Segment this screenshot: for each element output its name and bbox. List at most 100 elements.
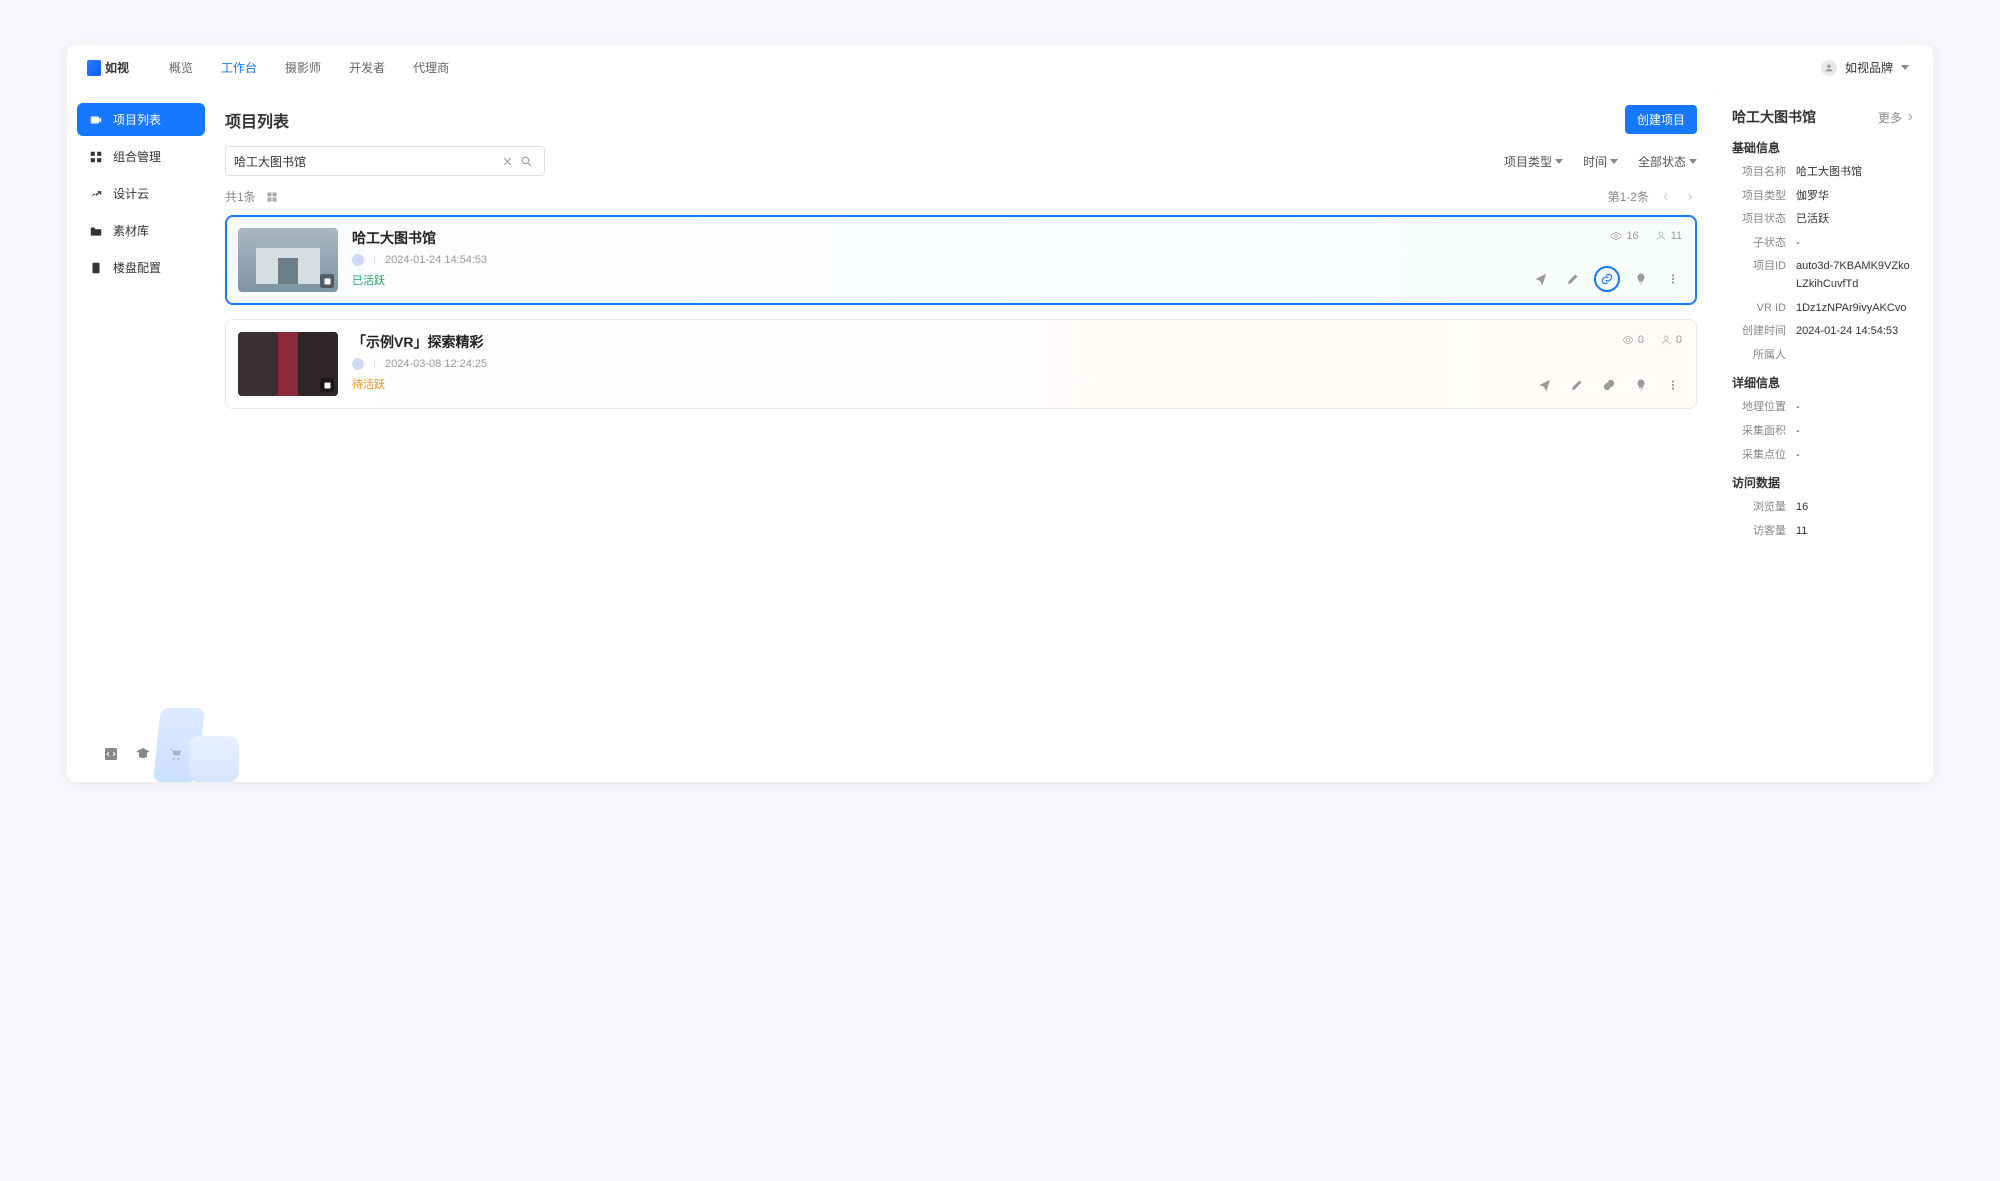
grid-view-icon[interactable]: [266, 191, 278, 203]
pager-next[interactable]: [1683, 190, 1697, 204]
kv-row: 访客量11: [1732, 523, 1915, 541]
project-stats: 16 11: [1610, 230, 1682, 242]
sidebar-item-estate[interactable]: 楼盘配置: [77, 251, 205, 284]
vr-dot-icon: [352, 254, 364, 266]
basic-info-rows: 项目名称哈工大图书馆 项目类型伽罗华 项目状态已活跃 子状态- 项目IDauto…: [1732, 164, 1915, 364]
design-icon: [89, 187, 103, 201]
project-thumbnail: [238, 228, 338, 292]
cart-icon[interactable]: [167, 746, 183, 762]
brand-logo[interactable]: 如视: [87, 59, 129, 76]
bulb-icon[interactable]: [1630, 268, 1652, 290]
share-icon[interactable]: [1534, 374, 1556, 396]
toolbar: 项目类型 时间 全部状态: [225, 146, 1717, 186]
project-thumbnail: [238, 332, 338, 396]
nav-photographer[interactable]: 摄影师: [285, 59, 321, 76]
card-body: 「示例VR」探索精彩 2024-03-08 12:24:25 待活跃: [352, 332, 1684, 396]
sidebar-footer: [77, 738, 205, 770]
avatar-icon: [1821, 60, 1837, 76]
project-actions: [1534, 374, 1684, 396]
kv-row: 项目类型伽罗华: [1732, 188, 1915, 206]
edit-icon[interactable]: [1566, 374, 1588, 396]
kv-row: 项目名称哈工大图书馆: [1732, 164, 1915, 182]
create-project-button[interactable]: 创建项目: [1625, 105, 1697, 134]
section-title-basic: 基础信息: [1732, 139, 1915, 156]
visitors-stat: 11: [1655, 230, 1682, 242]
details-title: 哈工大图书馆: [1732, 107, 1816, 127]
details-header: 哈工大图书馆 更多: [1732, 101, 1915, 127]
sidebar-item-groups[interactable]: 组合管理: [77, 140, 205, 173]
filter-group: 项目类型 时间 全部状态: [1504, 153, 1697, 170]
kv-row: 创建时间2024-01-24 14:54:53: [1732, 323, 1915, 341]
kv-row: VR ID1Dz1zNPAr9ivyAKCvo: [1732, 300, 1915, 318]
chevron-down-icon: [1555, 159, 1563, 164]
nav-workspace[interactable]: 工作台: [221, 59, 257, 76]
visitors-stat: 0: [1660, 334, 1682, 346]
header: 如视 概览 工作台 摄影师 开发者 代理商 如视品牌: [67, 45, 1933, 91]
vr-badge-icon: [320, 274, 334, 288]
views-stat: 16: [1610, 230, 1638, 242]
project-title: 「示例VR」探索精彩: [352, 332, 1684, 352]
sidebar-item-assets[interactable]: 素材库: [77, 214, 205, 247]
share-icon[interactable]: [1530, 268, 1552, 290]
search-icon[interactable]: [517, 155, 536, 168]
kv-row: 采集面积-: [1732, 423, 1915, 441]
code-icon[interactable]: [103, 746, 119, 762]
brand-icon: [87, 60, 101, 76]
kv-row: 浏览量16: [1732, 499, 1915, 517]
more-link[interactable]: 更多: [1878, 109, 1915, 126]
sidebar-item-projects[interactable]: 项目列表: [77, 103, 205, 136]
chevron-down-icon: [1689, 159, 1697, 164]
list-meta-row: 共1条 第1-2条: [225, 186, 1717, 215]
project-timestamp: 2024-03-08 12:24:25: [385, 358, 487, 370]
pager-label: 第1-2条: [1608, 188, 1649, 205]
sidebar-item-label: 素材库: [113, 222, 149, 239]
section-title-detail: 详细信息: [1732, 374, 1915, 391]
kv-row: 项目IDauto3d-7KBAMK9VZkoLZkihCuvfTd: [1732, 258, 1915, 293]
kv-row: 项目状态已活跃: [1732, 211, 1915, 229]
link-icon[interactable]: [1594, 266, 1620, 292]
visit-info-rows: 浏览量16 访客量11: [1732, 499, 1915, 540]
more-icon[interactable]: [1662, 268, 1684, 290]
filter-time[interactable]: 时间: [1583, 153, 1618, 170]
search-box: [225, 146, 545, 176]
status-badge: 待活跃: [352, 376, 1684, 392]
page-title: 项目列表: [225, 108, 289, 132]
brand-text: 如视: [105, 59, 129, 76]
project-list: 哈工大图书馆 2024-01-24 14:54:53 已活跃 16 11: [225, 215, 1717, 423]
edit-icon[interactable]: [1562, 268, 1584, 290]
user-menu[interactable]: 如视品牌: [1821, 59, 1909, 76]
project-timestamp: 2024-01-24 14:54:53: [385, 254, 487, 266]
nav-overview[interactable]: 概览: [169, 59, 193, 76]
filter-type[interactable]: 项目类型: [1504, 153, 1563, 170]
education-icon[interactable]: [135, 746, 151, 762]
project-actions: [1530, 266, 1684, 292]
project-meta: 2024-01-24 14:54:53: [352, 254, 1684, 266]
project-meta: 2024-03-08 12:24:25: [352, 358, 1684, 370]
project-card[interactable]: 哈工大图书馆 2024-01-24 14:54:53 已活跃 16 11: [225, 215, 1697, 305]
project-title: 哈工大图书馆: [352, 228, 1684, 248]
bulb-icon[interactable]: [1630, 374, 1652, 396]
nav-agent[interactable]: 代理商: [413, 59, 449, 76]
body: 项目列表 组合管理 设计云 素材库 楼盘配置: [67, 91, 1933, 782]
link-icon[interactable]: [1598, 374, 1620, 396]
vr-badge-icon: [320, 378, 334, 392]
clear-icon[interactable]: [498, 155, 517, 168]
sidebar-item-design[interactable]: 设计云: [77, 177, 205, 210]
kv-row: 所属人: [1732, 347, 1915, 365]
pager-prev[interactable]: [1659, 190, 1673, 204]
kv-row: 子状态-: [1732, 235, 1915, 253]
main-content: 项目列表 创建项目 项目类型 时间 全部状态 共1条: [215, 91, 1717, 782]
main-header: 项目列表 创建项目: [225, 99, 1717, 146]
divider: [374, 359, 375, 369]
modules-icon: [89, 150, 103, 164]
more-icon[interactable]: [1662, 374, 1684, 396]
top-nav: 概览 工作台 摄影师 开发者 代理商: [169, 59, 449, 76]
status-badge: 已活跃: [352, 272, 1684, 288]
filter-status[interactable]: 全部状态: [1638, 153, 1697, 170]
search-input[interactable]: [234, 154, 498, 168]
nav-developer[interactable]: 开发者: [349, 59, 385, 76]
building-icon: [89, 261, 103, 275]
sidebar: 项目列表 组合管理 设计云 素材库 楼盘配置: [67, 91, 215, 782]
sidebar-item-label: 组合管理: [113, 148, 161, 165]
project-card[interactable]: 「示例VR」探索精彩 2024-03-08 12:24:25 待活跃 0 0: [225, 319, 1697, 409]
